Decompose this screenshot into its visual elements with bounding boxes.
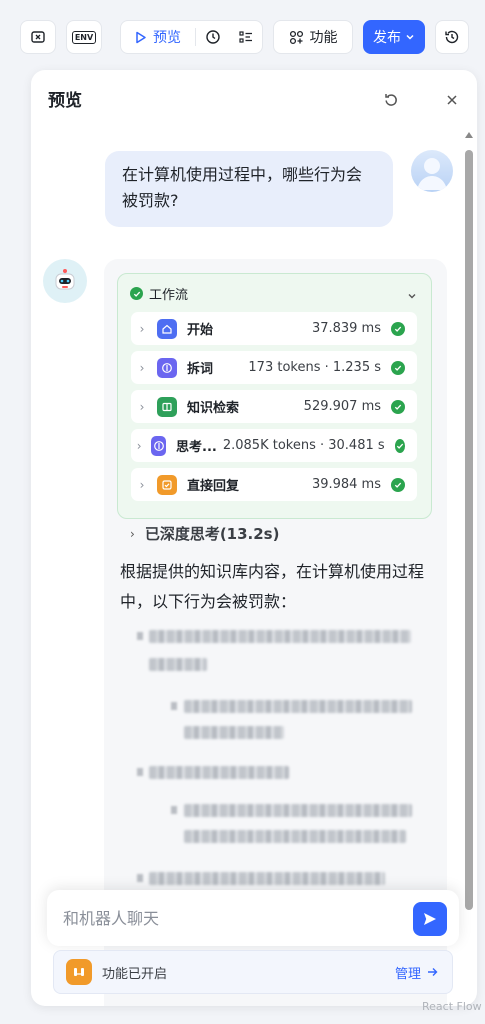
llm-icon bbox=[157, 357, 177, 378]
chat-input-box bbox=[47, 890, 459, 946]
debug-button[interactable] bbox=[196, 21, 230, 53]
redacted-bullet bbox=[137, 874, 143, 882]
redacted-text bbox=[149, 630, 411, 643]
checklist-icon bbox=[239, 31, 252, 43]
chevron-right-icon: › bbox=[139, 321, 145, 336]
close-icon bbox=[447, 95, 457, 105]
collapse-workflow-button[interactable] bbox=[407, 286, 417, 305]
history-icon bbox=[445, 30, 459, 44]
refresh-button[interactable] bbox=[381, 90, 401, 110]
workflow-node[interactable]: › 直接回复 39.984 ms bbox=[131, 468, 417, 501]
node-meta: 529.907 ms bbox=[303, 399, 381, 414]
chevron-right-icon: › bbox=[139, 477, 145, 492]
preview-button[interactable]: 预览 bbox=[121, 21, 195, 53]
close-button[interactable] bbox=[442, 90, 462, 110]
redacted-bullet bbox=[137, 768, 143, 776]
user-message-bubble: 在计算机使用过程中，哪些行为会被罚款? bbox=[105, 151, 393, 227]
variable-icon bbox=[31, 31, 45, 43]
grid-icon bbox=[289, 30, 303, 44]
redacted-text bbox=[184, 700, 412, 713]
check-circle-icon bbox=[130, 287, 143, 300]
workflow-node[interactable]: › 思考... 2.085K tokens · 30.481 s bbox=[131, 429, 417, 462]
check-circle-icon bbox=[391, 360, 405, 375]
user-icon bbox=[417, 158, 447, 190]
node-name: 知识检索 bbox=[187, 401, 240, 416]
features-button[interactable]: 功能 bbox=[273, 20, 353, 54]
workflow-panel: 工作流 › 开始 37.839 ms › 拆词 173 tokens · 1.2… bbox=[117, 273, 432, 519]
env-button[interactable]: ENV bbox=[66, 20, 102, 54]
redacted-bullet bbox=[171, 806, 177, 814]
features-label: 功能 bbox=[309, 30, 338, 46]
publish-button[interactable]: 发布 bbox=[363, 20, 425, 54]
chevron-down-icon bbox=[408, 294, 416, 299]
toolbar: ENV 预览 功能 发布 bbox=[0, 20, 485, 56]
deep-thinking-toggle[interactable]: › 已深度思考(13.2s) bbox=[130, 523, 279, 544]
redacted-text bbox=[184, 804, 412, 817]
node-name: 直接回复 bbox=[187, 479, 240, 494]
history-button[interactable] bbox=[435, 20, 469, 54]
react-flow-watermark: React Flow bbox=[422, 1000, 482, 1013]
robot-icon bbox=[55, 269, 75, 290]
chevron-right-icon: › bbox=[130, 526, 135, 541]
checklist-button[interactable] bbox=[230, 21, 262, 53]
node-name: 拆词 bbox=[187, 362, 214, 377]
feature-status-label: 功能已开启 bbox=[102, 966, 168, 982]
preview-label: 预览 bbox=[153, 30, 181, 46]
book-icon bbox=[157, 396, 177, 417]
workflow-node[interactable]: › 拆词 173 tokens · 1.235 s bbox=[131, 351, 417, 384]
redacted-bullet bbox=[137, 632, 143, 640]
bot-avatar bbox=[43, 259, 87, 303]
redacted-text bbox=[184, 726, 284, 739]
node-meta: 173 tokens · 1.235 s bbox=[248, 360, 381, 375]
check-circle-icon bbox=[394, 438, 405, 453]
scroll-thumb[interactable] bbox=[465, 150, 473, 910]
feature-bar: 功能已开启 管理 bbox=[53, 950, 453, 994]
redacted-text bbox=[149, 658, 207, 671]
workflow-title: 工作流 bbox=[149, 288, 189, 303]
node-name: 思考... bbox=[176, 440, 217, 455]
redacted-text bbox=[149, 872, 385, 885]
send-button[interactable] bbox=[413, 902, 447, 936]
llm-icon bbox=[151, 435, 167, 456]
chevron-down-icon bbox=[406, 34, 414, 40]
send-icon bbox=[424, 913, 436, 925]
preview-panel: 预览 在计算机使用过程中，哪些行为会被罚款? 工作流 › 开始 37.839 m… bbox=[31, 70, 477, 1006]
check-circle-icon bbox=[391, 321, 405, 336]
workflow-header[interactable]: 工作流 bbox=[130, 284, 188, 303]
check-circle-icon bbox=[391, 477, 405, 492]
home-icon bbox=[157, 318, 177, 339]
manage-label: 管理 bbox=[394, 966, 421, 982]
answer-text: 根据提供的知识库内容，在计算机使用过程中，以下行为会被罚款： bbox=[120, 562, 425, 611]
clock-play-icon bbox=[206, 30, 220, 44]
reply-icon bbox=[157, 474, 177, 495]
scroll-up-arrow[interactable] bbox=[465, 132, 473, 138]
play-icon bbox=[136, 31, 146, 43]
arrow-right-icon bbox=[428, 968, 438, 976]
redacted-bullet bbox=[171, 702, 177, 710]
redacted-text bbox=[149, 766, 289, 779]
redacted-text bbox=[184, 830, 406, 843]
thinking-label: 已深度思考(13.2s) bbox=[144, 525, 280, 543]
check-circle-icon bbox=[391, 399, 405, 414]
workflow-node[interactable]: › 知识检索 529.907 ms bbox=[131, 390, 417, 423]
user-avatar bbox=[411, 150, 453, 192]
refresh-icon bbox=[385, 94, 397, 106]
manage-link[interactable]: 管理 bbox=[395, 963, 438, 982]
node-meta: 2.085K tokens · 30.481 s bbox=[222, 438, 385, 453]
preview-group: 预览 bbox=[120, 20, 263, 54]
node-name: 开始 bbox=[187, 323, 214, 338]
node-meta: 39.984 ms bbox=[311, 477, 381, 492]
feature-icon bbox=[66, 959, 92, 985]
variables-button[interactable] bbox=[20, 20, 56, 54]
env-icon: ENV bbox=[71, 30, 97, 44]
chevron-right-icon: › bbox=[139, 360, 145, 375]
chevron-right-icon: › bbox=[136, 438, 142, 453]
node-meta: 37.839 ms bbox=[311, 321, 381, 336]
panel-title: 预览 bbox=[48, 91, 82, 111]
publish-label: 发布 bbox=[373, 30, 401, 46]
chat-input[interactable] bbox=[63, 905, 393, 931]
scrollbar[interactable] bbox=[464, 132, 474, 932]
workflow-node[interactable]: › 开始 37.839 ms bbox=[131, 312, 417, 345]
chevron-right-icon: › bbox=[139, 399, 145, 414]
